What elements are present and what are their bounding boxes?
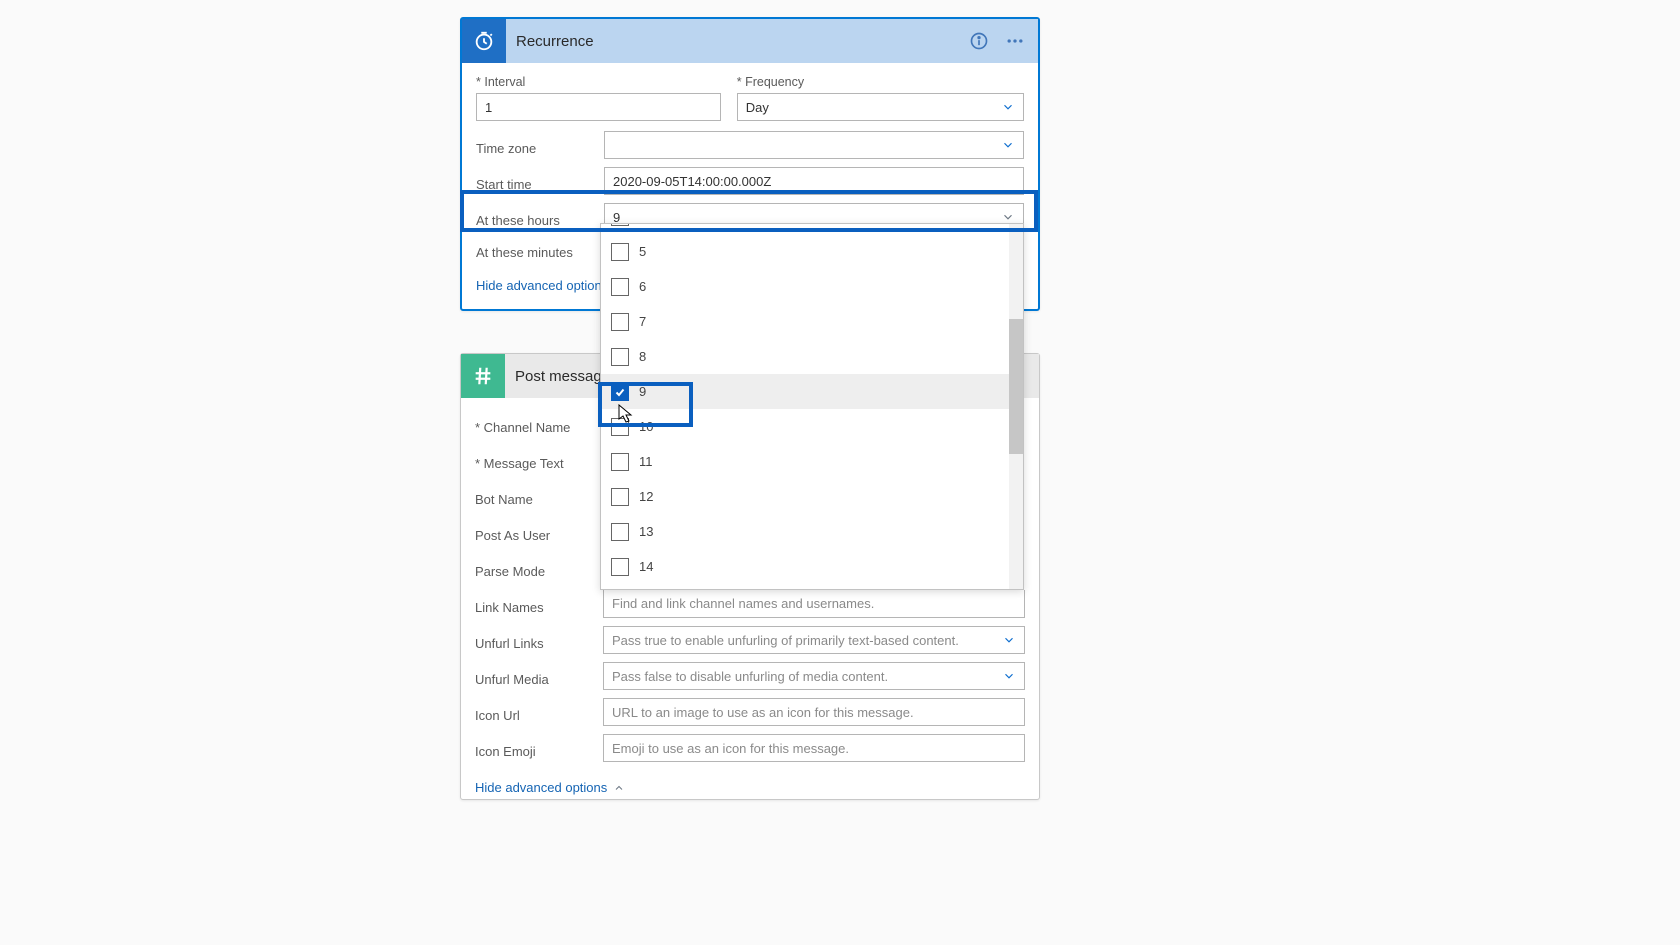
option-label: 7 (639, 314, 646, 329)
chevron-down-icon (1001, 138, 1015, 152)
checkbox[interactable] (611, 348, 629, 366)
hours-option-4[interactable]: 4 (601, 224, 1023, 234)
interval-label: Interval (476, 75, 721, 89)
hours-option-7[interactable]: 7 (601, 304, 1023, 339)
option-label: 5 (639, 244, 646, 259)
timezone-select[interactable] (604, 131, 1024, 159)
checkbox[interactable] (611, 278, 629, 296)
hours-dropdown[interactable]: 4 5 6 7 8 9 10 11 12 13 14 (600, 223, 1024, 590)
hours-option-12[interactable]: 12 (601, 479, 1023, 514)
hours-label: At these hours (476, 207, 604, 228)
link-names-input[interactable]: Find and link channel names and username… (603, 590, 1025, 618)
option-label: 13 (639, 524, 653, 539)
recurrence-title: Recurrence (506, 33, 964, 50)
hash-icon (461, 354, 505, 398)
frequency-label: Frequency (737, 75, 1024, 89)
frequency-select[interactable]: Day (737, 93, 1024, 121)
link-names-label: Link Names (475, 594, 603, 615)
hours-option-13[interactable]: 13 (601, 514, 1023, 549)
hours-option-8[interactable]: 8 (601, 339, 1023, 374)
hours-option-6[interactable]: 6 (601, 269, 1023, 304)
recurrence-hide-advanced-link[interactable]: Hide advanced options (476, 278, 608, 293)
starttime-label: Start time (476, 171, 604, 192)
option-label: 14 (639, 559, 653, 574)
option-label: 6 (639, 279, 646, 294)
checkbox[interactable] (611, 243, 629, 261)
checkbox[interactable] (611, 523, 629, 541)
checkbox[interactable] (611, 558, 629, 576)
option-label: 9 (639, 384, 646, 399)
checkbox[interactable] (611, 383, 629, 401)
parse-mode-label: Parse Mode (475, 558, 603, 579)
hours-option-14[interactable]: 14 (601, 549, 1023, 584)
timezone-label: Time zone (476, 135, 604, 156)
unfurl-links-label: Unfurl Links (475, 630, 603, 651)
dropdown-scrollbar-thumb[interactable] (1009, 319, 1023, 454)
chevron-up-icon (613, 782, 625, 794)
option-label: 10 (639, 419, 653, 434)
chevron-down-icon (1002, 633, 1016, 647)
checkbox[interactable] (611, 418, 629, 436)
interval-input[interactable]: 1 (476, 93, 721, 121)
hours-option-5[interactable]: 5 (601, 234, 1023, 269)
icon-emoji-label: Icon Emoji (475, 738, 603, 759)
option-label: 11 (639, 454, 653, 469)
recurrence-more-button[interactable] (1000, 26, 1030, 56)
icon-emoji-input[interactable]: Emoji to use as an icon for this message… (603, 734, 1025, 762)
hours-option-9[interactable]: 9 (601, 374, 1023, 409)
option-label: 8 (639, 349, 646, 364)
checkbox[interactable] (611, 453, 629, 471)
message-text-label: Message Text (475, 450, 603, 471)
unfurl-links-select[interactable]: Pass true to enable unfurling of primari… (603, 626, 1025, 654)
chevron-down-icon (1001, 100, 1015, 114)
recurrence-info-button[interactable] (964, 26, 994, 56)
post-as-user-label: Post As User (475, 522, 603, 543)
minutes-label: At these minutes (476, 239, 604, 260)
channel-name-label: Channel Name (475, 414, 603, 435)
recurrence-header[interactable]: Recurrence (462, 19, 1038, 63)
unfurl-media-select[interactable]: Pass false to disable unfurling of media… (603, 662, 1025, 690)
clock-icon (462, 19, 506, 63)
icon-url-input[interactable]: URL to an image to use as an icon for th… (603, 698, 1025, 726)
chevron-down-icon (1002, 669, 1016, 683)
bot-name-label: Bot Name (475, 486, 603, 507)
unfurl-media-label: Unfurl Media (475, 666, 603, 687)
checkbox[interactable] (611, 313, 629, 331)
hours-option-11[interactable]: 11 (601, 444, 1023, 479)
checkbox[interactable] (611, 224, 629, 226)
option-label: 12 (639, 489, 653, 504)
starttime-input[interactable]: 2020-09-05T14:00:00.000Z (604, 167, 1024, 195)
icon-url-label: Icon Url (475, 702, 603, 723)
chevron-down-icon (1001, 210, 1015, 224)
hours-option-10[interactable]: 10 (601, 409, 1023, 444)
checkbox[interactable] (611, 488, 629, 506)
post-message-hide-advanced-link[interactable]: Hide advanced options (475, 780, 625, 795)
